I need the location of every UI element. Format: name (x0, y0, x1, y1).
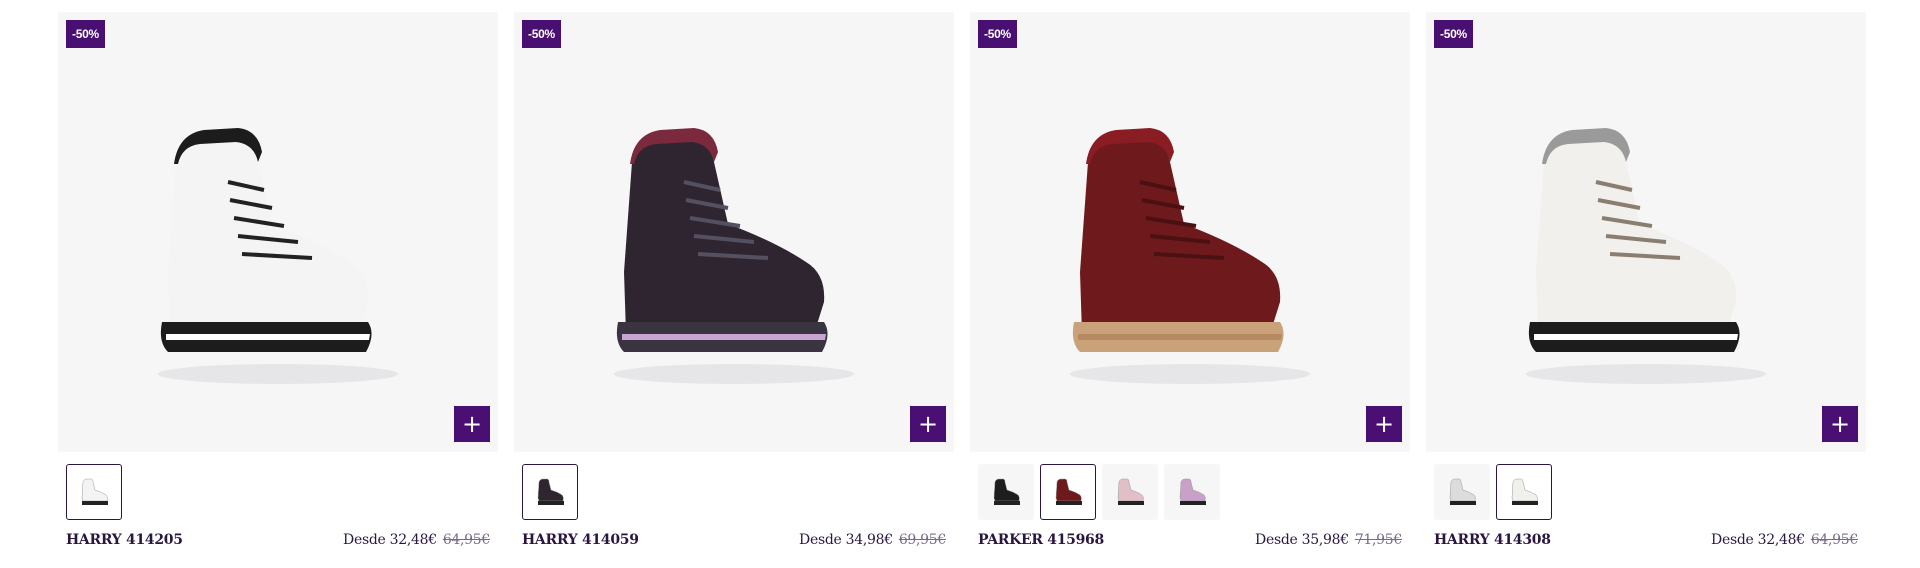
color-swatch[interactable] (522, 464, 578, 520)
boot-image (158, 128, 398, 384)
boot-thumbnail-icon (1179, 478, 1206, 505)
product-price: Desde 35,98€ 71,95€ (1255, 532, 1402, 548)
product-info: HARRY 414205 Desde 32,48€ 64,95€ (58, 532, 498, 548)
boot-thumbnail-icon (993, 478, 1020, 505)
discount-badge: -50% (978, 20, 1017, 48)
product-info: HARRY 414308 Desde 32,48€ 64,95€ (1426, 532, 1866, 548)
plus-icon: + (1373, 410, 1395, 438)
boot-image (1526, 128, 1766, 384)
color-swatch[interactable] (1102, 464, 1158, 520)
color-swatches (58, 464, 498, 522)
boot-image (614, 128, 854, 384)
product-card[interactable]: -50% + HARRY 414059 Desde 34,98€ 69,95€ (514, 12, 954, 548)
sale-price: Desde 34,98€ (799, 532, 893, 548)
original-price: 69,95€ (898, 532, 946, 548)
discount-badge: -50% (522, 20, 561, 48)
color-swatches (514, 464, 954, 522)
product-image[interactable]: -50% + (1426, 12, 1866, 452)
product-name[interactable]: HARRY 414059 (522, 532, 639, 548)
original-price: 64,95€ (1810, 532, 1858, 548)
product-price: Desde 32,48€ 64,95€ (1711, 532, 1858, 548)
boot-thumbnail-icon (537, 478, 564, 505)
sale-price: Desde 32,48€ (343, 532, 437, 548)
product-card[interactable]: -50% + HARRY 414205 Desde 32,48€ 64,95€ (58, 12, 498, 548)
plus-icon: + (1829, 410, 1851, 438)
product-grid: -50% + HARRY 414205 Desde 32,48€ 64,95€ (58, 12, 1866, 548)
add-to-cart-button[interactable]: + (910, 406, 946, 442)
color-swatch[interactable] (1434, 464, 1490, 520)
product-name[interactable]: PARKER 415968 (978, 532, 1104, 548)
original-price: 71,95€ (1354, 532, 1402, 548)
add-to-cart-button[interactable]: + (1822, 406, 1858, 442)
product-image[interactable]: -50% + (970, 12, 1410, 452)
product-price: Desde 34,98€ 69,95€ (799, 532, 946, 548)
product-image[interactable]: -50% + (58, 12, 498, 452)
sale-price: Desde 32,48€ (1711, 532, 1805, 548)
product-name[interactable]: HARRY 414205 (66, 532, 183, 548)
product-name[interactable]: HARRY 414308 (1434, 532, 1551, 548)
boot-thumbnail-icon (1449, 478, 1476, 505)
color-swatches (970, 464, 1410, 522)
discount-badge: -50% (1434, 20, 1473, 48)
add-to-cart-button[interactable]: + (454, 406, 490, 442)
product-price: Desde 32,48€ 64,95€ (343, 532, 490, 548)
boot-image (1070, 128, 1310, 384)
add-to-cart-button[interactable]: + (1366, 406, 1402, 442)
color-swatch[interactable] (978, 464, 1034, 520)
original-price: 64,95€ (442, 532, 490, 548)
boot-thumbnail-icon (81, 478, 108, 505)
boot-thumbnail-icon (1511, 478, 1538, 505)
discount-badge: -50% (66, 20, 105, 48)
boot-thumbnail-icon (1055, 478, 1082, 505)
product-card[interactable]: -50% + HARRY 414308 Desde 32,48€ 64,95€ (1426, 12, 1866, 548)
product-info: PARKER 415968 Desde 35,98€ 71,95€ (970, 532, 1410, 548)
product-info: HARRY 414059 Desde 34,98€ 69,95€ (514, 532, 954, 548)
sale-price: Desde 35,98€ (1255, 532, 1349, 548)
product-image[interactable]: -50% + (514, 12, 954, 452)
color-swatch[interactable] (1496, 464, 1552, 520)
plus-icon: + (461, 410, 483, 438)
boot-thumbnail-icon (1117, 478, 1144, 505)
product-card[interactable]: -50% + PARKER 415968 Desde 35,98€ 71,95€ (970, 12, 1410, 548)
color-swatch[interactable] (66, 464, 122, 520)
color-swatch[interactable] (1040, 464, 1096, 520)
color-swatch[interactable] (1164, 464, 1220, 520)
color-swatches (1426, 464, 1866, 522)
plus-icon: + (917, 410, 939, 438)
